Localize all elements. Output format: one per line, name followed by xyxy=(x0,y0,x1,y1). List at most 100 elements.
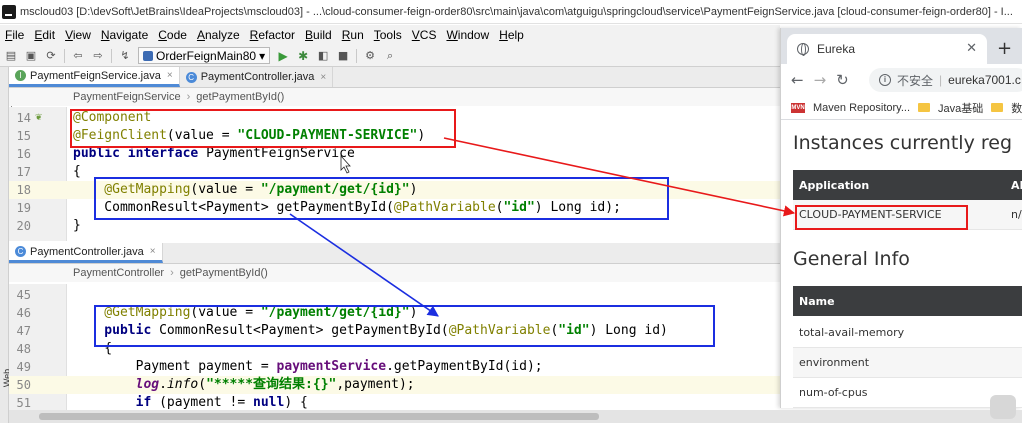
bookmark-java[interactable]: Java基础 xyxy=(938,100,983,116)
menu-edit[interactable]: Edit xyxy=(29,28,60,42)
tab-paymentcontroller-split[interactable]: C PaymentController.java × xyxy=(9,243,163,263)
url-divider: | xyxy=(939,73,943,87)
top-editor-tabs: I PaymentFeignService.java × C PaymentCo… xyxy=(9,67,780,88)
close-icon[interactable]: × xyxy=(167,70,173,81)
bookmark-folder[interactable]: 数 xyxy=(1011,100,1022,116)
code-line[interactable]: 49 Payment payment = paymentService.getP… xyxy=(9,358,780,376)
general-row-name: num-of-cpus xyxy=(799,386,868,399)
forward-arrow-icon[interactable]: → xyxy=(814,71,827,89)
line-number: 19 xyxy=(16,201,31,215)
breadcrumb-item[interactable]: PaymentController xyxy=(73,267,164,279)
new-tab-plus-icon[interactable]: + xyxy=(997,38,1012,59)
project-structure-icon[interactable]: ⚙ xyxy=(363,49,377,63)
tab-paymentfeignservice[interactable]: I PaymentFeignService.java × xyxy=(9,67,180,87)
bookmark-maven[interactable]: Maven Repository... xyxy=(813,102,910,114)
intellij-app-icon xyxy=(2,4,16,19)
menu-help[interactable]: Help xyxy=(494,28,529,42)
address-bar[interactable]: i 不安全 | eureka7001.c xyxy=(869,68,1022,92)
browser-window: Eureka ✕ + ← → ↻ i 不安全 | eureka7001.c MV… xyxy=(780,28,1022,408)
code-text: { xyxy=(73,164,81,179)
tab-label: PaymentController.java xyxy=(200,71,315,83)
menu-build[interactable]: Build xyxy=(300,28,337,42)
code-line[interactable]: 14 ❦ @Component xyxy=(9,109,780,127)
code-line[interactable]: 15 @FeignClient(value = "CLOUD-PAYMENT-SE… xyxy=(9,127,780,145)
menu-tools[interactable]: Tools xyxy=(369,28,407,42)
save-all-icon[interactable]: ▣ xyxy=(24,49,38,63)
general-row-name: environment xyxy=(799,356,870,369)
info-icon[interactable]: i xyxy=(879,74,891,86)
class-icon: C xyxy=(185,71,197,83)
code-line[interactable]: 19 CommonResult<Payment> getPaymentById(… xyxy=(9,199,780,217)
breadcrumb-item[interactable]: getPaymentById() xyxy=(180,267,268,279)
tab-label: PaymentFeignService.java xyxy=(30,69,161,82)
menu-file[interactable]: File xyxy=(0,28,29,42)
code-line[interactable]: 50 log.info("*****查询结果:{}",payment); xyxy=(9,376,780,394)
menu-refactor[interactable]: Refactor xyxy=(245,28,300,42)
code-line[interactable]: 51 if (payment != null) { xyxy=(9,394,780,410)
run-icon[interactable]: ▶ xyxy=(276,49,290,63)
tab-paymentcontroller[interactable]: C PaymentController.java × xyxy=(180,67,334,87)
toolbar-separator xyxy=(64,48,65,63)
gutter-bean-icon[interactable]: ❦ xyxy=(35,113,45,123)
stop-icon[interactable]: ■ xyxy=(336,49,350,63)
code-line[interactable]: 18 @GetMapping(value = "/payment/get/{id… xyxy=(9,181,780,199)
build-hammer-icon[interactable]: ↯ xyxy=(118,49,132,63)
code-line[interactable]: 48 { xyxy=(9,340,780,358)
bottom-code-editor[interactable]: 45 46 @GetMapping(value = "/payment/get/{… xyxy=(9,284,780,410)
coverage-icon[interactable]: ◧ xyxy=(316,49,330,63)
floating-widget[interactable] xyxy=(990,395,1016,419)
menu-run[interactable]: Run xyxy=(337,28,369,42)
open-folder-icon[interactable]: ▤ xyxy=(4,49,18,63)
scrollbar-thumb[interactable] xyxy=(39,413,599,420)
eureka-page: Instances currently reg Application AM C… xyxy=(781,120,1022,408)
chevron-down-icon: ▾ xyxy=(259,48,266,63)
code-line[interactable]: 17 { xyxy=(9,163,780,181)
spring-boot-config-icon xyxy=(143,50,153,61)
back-arrow-icon[interactable]: ⇦ xyxy=(71,49,85,63)
line-number: 45 xyxy=(16,288,31,302)
column-ami: AM xyxy=(1011,178,1022,192)
close-icon[interactable]: × xyxy=(150,246,156,257)
forward-arrow-icon[interactable]: ⇨ xyxy=(91,49,105,63)
browser-tab-eureka[interactable]: Eureka ✕ xyxy=(787,34,987,64)
menu-window[interactable]: Window xyxy=(441,28,494,42)
general-info-heading: General Info xyxy=(793,248,910,270)
code-line[interactable]: 46 @GetMapping(value = "/payment/get/{id… xyxy=(9,304,780,322)
horizontal-scrollbar[interactable] xyxy=(9,410,1022,423)
code-text: } xyxy=(73,218,81,233)
instance-row: CLOUD-PAYMENT-SERVICE n/ xyxy=(793,200,1022,230)
code-line[interactable]: 20} xyxy=(9,217,780,235)
top-code-editor[interactable]: 14 ❦ @Component 15 @FeignClient(value = "CLO… xyxy=(9,107,780,241)
sync-icon[interactable]: ⟳ xyxy=(44,49,58,63)
folder-icon xyxy=(991,103,1004,112)
menu-navigate[interactable]: Navigate xyxy=(96,28,153,42)
debug-icon[interactable]: ✱ xyxy=(296,49,310,63)
browser-toolbar: ← → ↻ i 不安全 | eureka7001.c xyxy=(781,64,1022,96)
line-number: 46 xyxy=(16,306,31,320)
globe-icon xyxy=(797,43,809,56)
menu-view[interactable]: View xyxy=(60,28,96,42)
reload-icon[interactable]: ↻ xyxy=(836,71,849,89)
code-line[interactable]: 45 xyxy=(9,286,780,304)
code-line[interactable]: 16 public interface PaymentFeignService xyxy=(9,145,780,163)
close-icon[interactable]: × xyxy=(320,72,326,83)
code-text: { xyxy=(73,341,113,356)
run-configuration-select[interactable]: OrderFeignMain80 ▾ xyxy=(138,47,271,64)
menu-analyze[interactable]: Analyze xyxy=(192,28,245,42)
back-arrow-icon[interactable]: ← xyxy=(791,71,804,89)
menu-vcs[interactable]: VCS xyxy=(407,28,442,42)
ide-menu-bar: File Edit View Navigate Code Analyze Ref… xyxy=(0,25,780,45)
application-name[interactable]: CLOUD-PAYMENT-SERVICE xyxy=(799,208,942,221)
instances-heading: Instances currently reg xyxy=(793,132,1013,154)
code-text: public CommonResult<Payment> getPaymentB… xyxy=(73,323,668,338)
close-icon[interactable]: ✕ xyxy=(966,40,977,56)
ide-toolbar: ▤ ▣ ⟳ ⇦ ⇨ ↯ OrderFeignMain80 ▾ ▶ ✱ ◧ ■ ⚙… xyxy=(0,45,780,67)
application-ami: n/ xyxy=(1011,208,1022,221)
breadcrumb-item[interactable]: getPaymentById() xyxy=(196,91,284,103)
search-everywhere-icon[interactable]: ⌕ xyxy=(383,49,397,63)
line-number: 47 xyxy=(16,324,31,338)
breadcrumb-item[interactable]: PaymentFeignService xyxy=(73,91,181,103)
code-line[interactable]: 47 public CommonResult<Payment> getPayme… xyxy=(9,322,780,340)
menu-code[interactable]: Code xyxy=(153,28,192,42)
run-configuration-label: OrderFeignMain80 xyxy=(156,48,257,63)
